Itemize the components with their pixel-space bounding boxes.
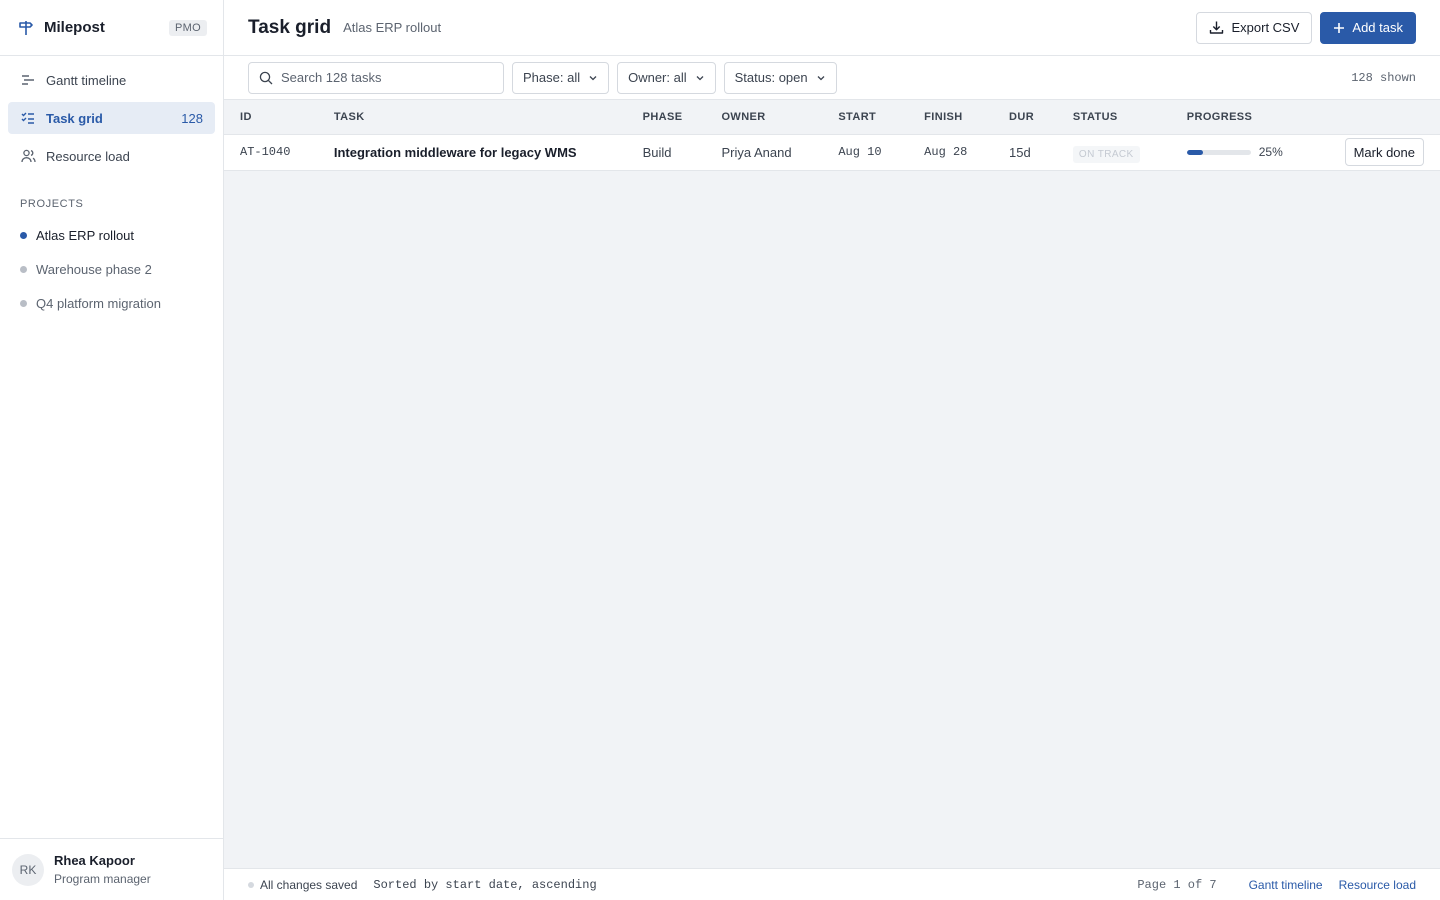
column-header-owner[interactable]: OWNER — [705, 100, 823, 135]
add-task-label: Add task — [1352, 20, 1403, 35]
column-header-status[interactable]: STATUS — [1056, 100, 1171, 135]
task-phase: Build — [626, 134, 706, 171]
phase-filter-label: Phase: all — [523, 70, 581, 85]
projects-heading: PROJECTS — [20, 198, 84, 210]
brand: Milepost PMO — [0, 0, 223, 56]
sort-status: Sorted by start date, ascending — [373, 877, 597, 892]
column-header-start[interactable]: START — [822, 100, 909, 135]
add-task-button[interactable]: Add task — [1320, 11, 1416, 44]
project-item-warehouse[interactable]: Warehouse phase 2 — [0, 252, 223, 286]
brand-name: Milepost — [44, 19, 105, 36]
progress-indicator: 25% — [1186, 145, 1329, 159]
column-header-actions — [1328, 100, 1440, 135]
sidebar-item-task-grid[interactable]: Task grid 128 — [8, 102, 215, 134]
status-filter-label: Status: open — [734, 70, 808, 85]
mark-done-button[interactable]: Mark done — [1344, 138, 1424, 166]
app-shell: Milepost PMO Gantt timeline Task grid 12… — [0, 0, 1440, 900]
export-csv-label: Export CSV — [1231, 20, 1300, 35]
shown-count: 128 shown — [1351, 70, 1416, 85]
brand-badge: PMO — [169, 19, 207, 36]
project-label: Warehouse phase 2 — [36, 261, 152, 277]
column-header-progress[interactable]: PROGRESS — [1170, 100, 1329, 135]
task-progress-cell: 25% — [1170, 134, 1329, 171]
search-icon — [259, 71, 273, 85]
people-icon — [20, 148, 36, 164]
plus-icon — [1333, 22, 1345, 34]
chevron-down-icon — [695, 73, 705, 83]
user-profile[interactable]: RK Rhea Kapoor Program manager — [0, 838, 223, 900]
status-filter-dropdown[interactable]: Status: open — [723, 61, 837, 94]
task-finish: Aug 28 — [908, 134, 994, 171]
checklist-icon — [20, 110, 36, 126]
chevron-down-icon — [588, 73, 598, 83]
timeline-icon — [20, 72, 36, 88]
main-content: Task grid Atlas ERP rollout Export CSV A… — [224, 0, 1440, 900]
status-bar: All changes saved Sorted by start date, … — [224, 868, 1440, 900]
project-item-q4-migration[interactable]: Q4 platform migration — [0, 286, 223, 320]
page-title: Task grid — [248, 16, 332, 38]
table-header-row: ID TASK PHASE OWNER START FINISH DUR STA… — [224, 100, 1440, 135]
filter-toolbar: Phase: all Owner: all Status: open 128 s… — [224, 56, 1440, 100]
progress-bar-fill — [1186, 149, 1203, 155]
pagination-status: Page 1 of 7 — [1137, 877, 1217, 892]
column-header-phase[interactable]: PHASE — [626, 100, 706, 135]
sidebar-nav: Gantt timeline Task grid 128 Resource lo… — [0, 56, 223, 178]
sidebar-item-gantt-timeline[interactable]: Gantt timeline — [8, 64, 215, 96]
task-grid: ID TASK PHASE OWNER START FINISH DUR STA… — [224, 100, 1440, 868]
project-dot — [20, 299, 27, 307]
sidebar: Milepost PMO Gantt timeline Task grid 12… — [0, 0, 224, 900]
table-row[interactable]: AT-1040 Integration middleware for legac… — [224, 134, 1440, 171]
sidebar-item-label: Gantt timeline — [46, 72, 127, 88]
task-id: AT-1040 — [224, 134, 318, 171]
column-header-id[interactable]: ID — [224, 100, 318, 135]
user-name: Rhea Kapoor — [54, 853, 135, 868]
sidebar-item-label: Task grid — [46, 110, 103, 126]
column-header-dur[interactable]: DUR — [993, 100, 1057, 135]
project-item-atlas-erp[interactable]: Atlas ERP rollout — [0, 218, 223, 252]
footer-link-gantt-timeline[interactable]: Gantt timeline — [1249, 878, 1323, 892]
project-dot — [20, 265, 27, 273]
project-label: Atlas ERP rollout — [36, 227, 135, 243]
user-role: Program manager — [54, 872, 151, 886]
sidebar-item-label: Resource load — [46, 148, 130, 164]
footer-link-resource-load[interactable]: Resource load — [1339, 878, 1416, 892]
task-status-cell: ON TRACK — [1056, 134, 1171, 171]
task-count-badge: 128 — [181, 110, 203, 126]
progress-percent: 25% — [1258, 145, 1283, 159]
save-status-dot — [248, 881, 254, 888]
task-table: ID TASK PHASE OWNER START FINISH DUR STA… — [224, 100, 1440, 171]
sidebar-item-resource-load[interactable]: Resource load — [8, 140, 215, 172]
save-status: All changes saved — [260, 877, 358, 892]
column-header-task[interactable]: TASK — [317, 100, 627, 135]
column-header-finish[interactable]: FINISH — [908, 100, 994, 135]
export-csv-button[interactable]: Export CSV — [1196, 11, 1313, 44]
task-duration: 15d — [993, 134, 1057, 171]
owner-filter-label: Owner: all — [628, 70, 687, 85]
project-dot — [20, 231, 27, 239]
download-icon — [1209, 20, 1224, 35]
task-start: Aug 10 — [822, 134, 909, 171]
task-owner: Priya Anand — [705, 134, 823, 171]
search-box[interactable] — [248, 61, 504, 94]
page-subtitle: Atlas ERP rollout — [343, 20, 442, 35]
status-badge: ON TRACK — [1072, 145, 1140, 163]
phase-filter-dropdown[interactable]: Phase: all — [512, 61, 610, 94]
avatar: RK — [12, 853, 44, 886]
chevron-down-icon — [816, 73, 826, 83]
page-header: Task grid Atlas ERP rollout Export CSV A… — [224, 0, 1440, 56]
project-label: Q4 platform migration — [36, 295, 161, 311]
task-actions-cell: Mark done — [1328, 134, 1440, 171]
search-input[interactable] — [281, 70, 481, 85]
progress-bar-track — [1186, 149, 1251, 155]
task-name[interactable]: Integration middleware for legacy WMS — [317, 134, 627, 171]
owner-filter-dropdown[interactable]: Owner: all — [617, 61, 716, 94]
signpost-icon — [16, 18, 36, 38]
